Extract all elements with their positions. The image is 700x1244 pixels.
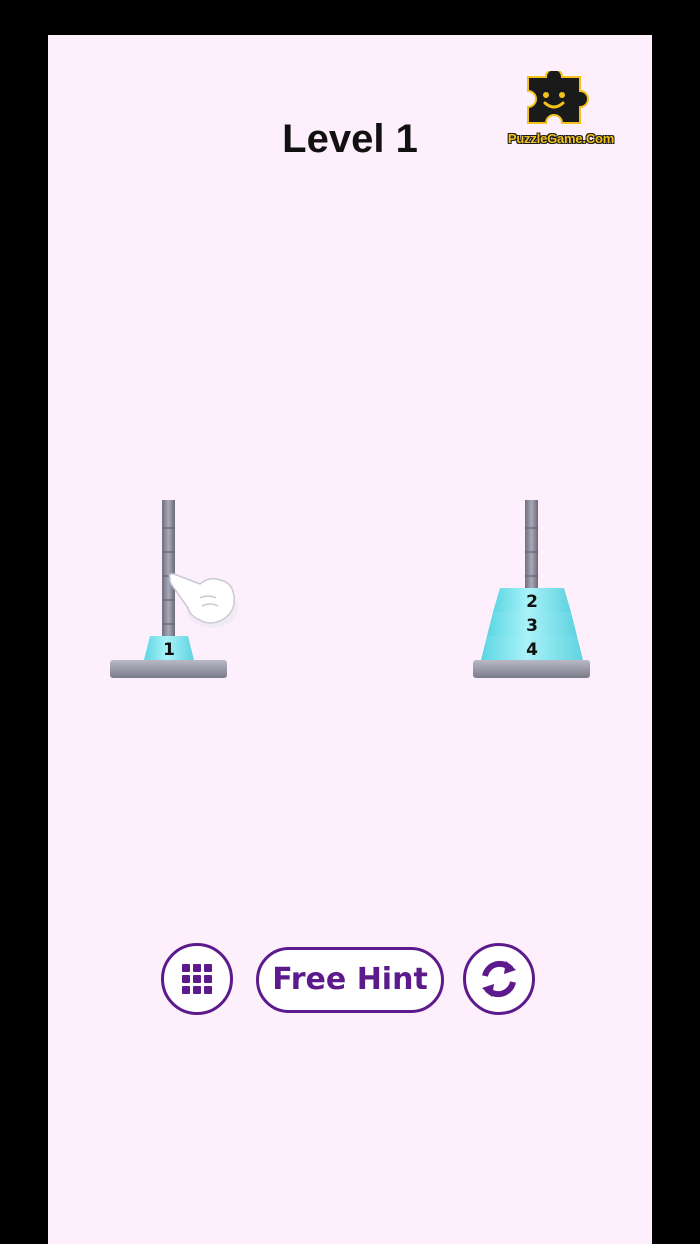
puzzle-piece-icon (527, 68, 589, 124)
disk-4-label: 4 (526, 640, 538, 660)
restart-icon (482, 960, 516, 998)
disk-2-label: 2 (526, 592, 538, 612)
level-menu-button[interactable] (161, 943, 233, 1015)
game-screen: Level 1 PuzzleGame.Com 1 2 3 4 Free Hint (48, 35, 652, 1244)
free-hint-button[interactable]: Free Hint (256, 947, 444, 1013)
disk-3-label: 3 (526, 616, 538, 636)
logo-text: PuzzleGame.Com (507, 131, 615, 146)
restart-button[interactable] (463, 943, 535, 1015)
grid-icon (182, 964, 212, 994)
tower-right[interactable]: 2 3 4 (473, 500, 591, 682)
disk-1-label: 1 (163, 640, 175, 660)
hand-pointer-icon (166, 568, 246, 632)
puzzlegame-logo[interactable]: PuzzleGame.Com (498, 68, 628, 151)
